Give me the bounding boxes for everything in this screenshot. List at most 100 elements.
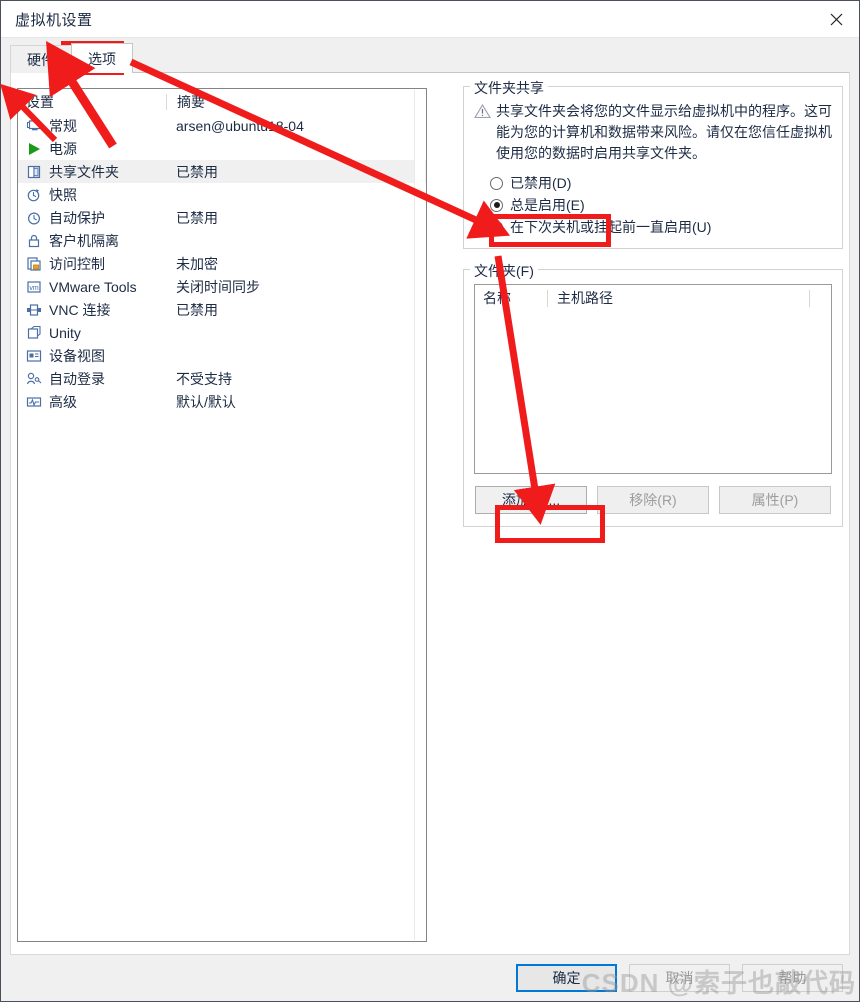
shared-folder-icon — [26, 164, 42, 180]
svg-text:vm: vm — [29, 285, 39, 292]
sidebar-item-general[interactable]: 常规 arsen@ubuntu18-04 — [18, 114, 426, 137]
row-name: 常规 — [18, 116, 166, 136]
row-label: VNC 连接 — [49, 301, 111, 318]
row-label: 共享文件夹 — [49, 163, 119, 180]
folders-column-host-path: 主机路径 — [547, 289, 809, 307]
tab-strip: 硬件 选项 — [10, 43, 133, 73]
row-label: 常规 — [49, 117, 77, 134]
radio-always-enabled-button[interactable] — [490, 198, 503, 212]
row-name: Unity — [18, 325, 166, 341]
row-label: 客户机隔离 — [49, 232, 119, 249]
right-column: 文件夹共享 共享文件夹会将您的文件显示给虚拟机中的程序。这可能为您的计算机和数据… — [463, 78, 843, 527]
sidebar-item-shared-folders[interactable]: 共享文件夹 已禁用 — [18, 160, 426, 183]
row-name: 高级 — [18, 392, 166, 412]
row-name: 共享文件夹 — [18, 162, 166, 182]
window-title: 虚拟机设置 — [15, 11, 93, 29]
radio-disabled[interactable]: 已禁用(D) — [490, 172, 842, 194]
sidebar-item-auto-logon[interactable]: 自动登录 不受支持 — [18, 367, 426, 390]
radio-disabled-button[interactable] — [490, 176, 503, 190]
advanced-icon — [26, 394, 42, 410]
row-label: 高级 — [49, 393, 77, 410]
remove-folder-button[interactable]: 移除(R) — [597, 486, 709, 514]
folders-column-name: 名称 — [483, 290, 511, 306]
tab-options[interactable]: 选项 — [71, 43, 133, 73]
remove-folder-label: 移除(R) — [629, 492, 677, 508]
monitor-icon — [26, 118, 42, 134]
row-name: 设备视图 — [18, 346, 166, 366]
row-label: 快照 — [49, 186, 77, 203]
play-icon — [26, 141, 42, 157]
column-header-setting: 设置 — [26, 93, 54, 110]
row-name: 快照 — [18, 185, 166, 205]
help-button[interactable]: 帮助 — [742, 964, 843, 992]
row-label: 设备视图 — [49, 347, 105, 364]
row-summary: 已禁用 — [176, 163, 218, 180]
settings-list-scrollbar[interactable] — [414, 90, 425, 940]
dialog-body: 硬件 选项 设置 摘要 常规 arsen@ubuntu18-04 电源 共享文件… — [1, 38, 859, 1001]
help-button-label: 帮助 — [778, 970, 807, 986]
sidebar-item-device-view[interactable]: 设备视图 — [18, 344, 426, 367]
row-summary: 未加密 — [176, 255, 218, 272]
device-view-icon — [26, 348, 42, 364]
ok-button[interactable]: 确定 — [516, 964, 617, 992]
autoprotect-icon — [26, 210, 42, 226]
row-name: 自动保护 — [18, 208, 166, 228]
folder-properties-button[interactable]: 属性(P) — [719, 486, 831, 514]
tab-options-label: 选项 — [88, 50, 116, 67]
row-summary: 关闭时间同步 — [176, 278, 260, 295]
ok-button-label: 确定 — [552, 970, 581, 986]
cancel-button[interactable]: 取消 — [629, 964, 730, 992]
folder-sharing-warning-text: 共享文件夹会将您的文件显示给虚拟机中的程序。这可能为您的计算机和数据带来风险。请… — [496, 103, 832, 161]
row-name: 客户机隔离 — [18, 231, 166, 251]
settings-list-panel[interactable]: 设置 摘要 常规 arsen@ubuntu18-04 电源 共享文件夹 已禁用 … — [17, 88, 427, 942]
folders-table-header: 名称 主机路径 — [475, 285, 831, 311]
sidebar-item-power[interactable]: 电源 — [18, 137, 426, 160]
folder-sharing-title: 文件夹共享 — [470, 78, 548, 98]
folder-sharing-warning: 共享文件夹会将您的文件显示给虚拟机中的程序。这可能为您的计算机和数据带来风险。请… — [464, 87, 842, 164]
folders-table[interactable]: 名称 主机路径 — [474, 284, 832, 474]
sidebar-item-vmware-tools[interactable]: vm VMware Tools 关闭时间同步 — [18, 275, 426, 298]
row-name: VNC 连接 — [18, 300, 166, 320]
sidebar-item-autoprotect[interactable]: 自动保护 已禁用 — [18, 206, 426, 229]
radio-always-enabled[interactable]: 总是启用(E) — [490, 194, 842, 216]
close-icon[interactable] — [813, 1, 859, 37]
row-name: 访问控制 — [18, 254, 166, 274]
row-label: 访问控制 — [49, 255, 105, 272]
folders-column-extra — [809, 289, 831, 307]
row-name: 电源 — [18, 139, 166, 159]
sidebar-item-access-control[interactable]: 访问控制 未加密 — [18, 252, 426, 275]
access-control-icon — [26, 256, 42, 272]
lock-icon — [26, 233, 42, 249]
warning-triangle-icon — [474, 103, 496, 164]
tab-hardware[interactable]: 硬件 — [10, 45, 72, 73]
row-label: Unity — [49, 324, 81, 341]
sidebar-item-advanced[interactable]: 高级 默认/默认 — [18, 390, 426, 413]
autologon-icon — [26, 371, 42, 387]
column-header-summary: 摘要 — [166, 93, 426, 110]
cancel-button-label: 取消 — [665, 970, 694, 986]
row-label: 自动登录 — [49, 370, 105, 387]
row-name: vm VMware Tools — [18, 279, 166, 295]
folder-properties-label: 属性(P) — [751, 492, 799, 508]
row-label: 电源 — [49, 140, 77, 157]
sidebar-item-snapshot[interactable]: 快照 — [18, 183, 426, 206]
dialog-footer: 确定 取消 帮助 — [1, 955, 859, 1001]
settings-list-rows: 常规 arsen@ubuntu18-04 电源 共享文件夹 已禁用 快照 自动保… — [18, 114, 426, 941]
sidebar-item-unity[interactable]: Unity — [18, 321, 426, 344]
tab-hardware-label: 硬件 — [27, 51, 55, 68]
vm-settings-dialog: 虚拟机设置 硬件 选项 设置 摘要 常规 arsen@ubuntu18-04 电… — [0, 0, 860, 1002]
snapshot-icon — [26, 187, 42, 203]
settings-list-header: 设置 摘要 — [18, 89, 426, 114]
row-summary: arsen@ubuntu18-04 — [176, 117, 304, 134]
sidebar-item-vnc-connection[interactable]: VNC 连接 已禁用 — [18, 298, 426, 321]
row-summary: 已禁用 — [176, 301, 218, 318]
row-name: 自动登录 — [18, 369, 166, 389]
sidebar-item-guest-isolation[interactable]: 客户机隔离 — [18, 229, 426, 252]
title-bar: 虚拟机设置 — [1, 1, 859, 38]
row-label: 自动保护 — [49, 209, 105, 226]
row-label: VMware Tools — [49, 278, 137, 295]
unity-icon — [26, 325, 42, 341]
radio-disabled-label: 已禁用(D) — [510, 175, 572, 191]
row-summary: 不受支持 — [176, 370, 232, 387]
add-button-highlight — [495, 505, 605, 543]
